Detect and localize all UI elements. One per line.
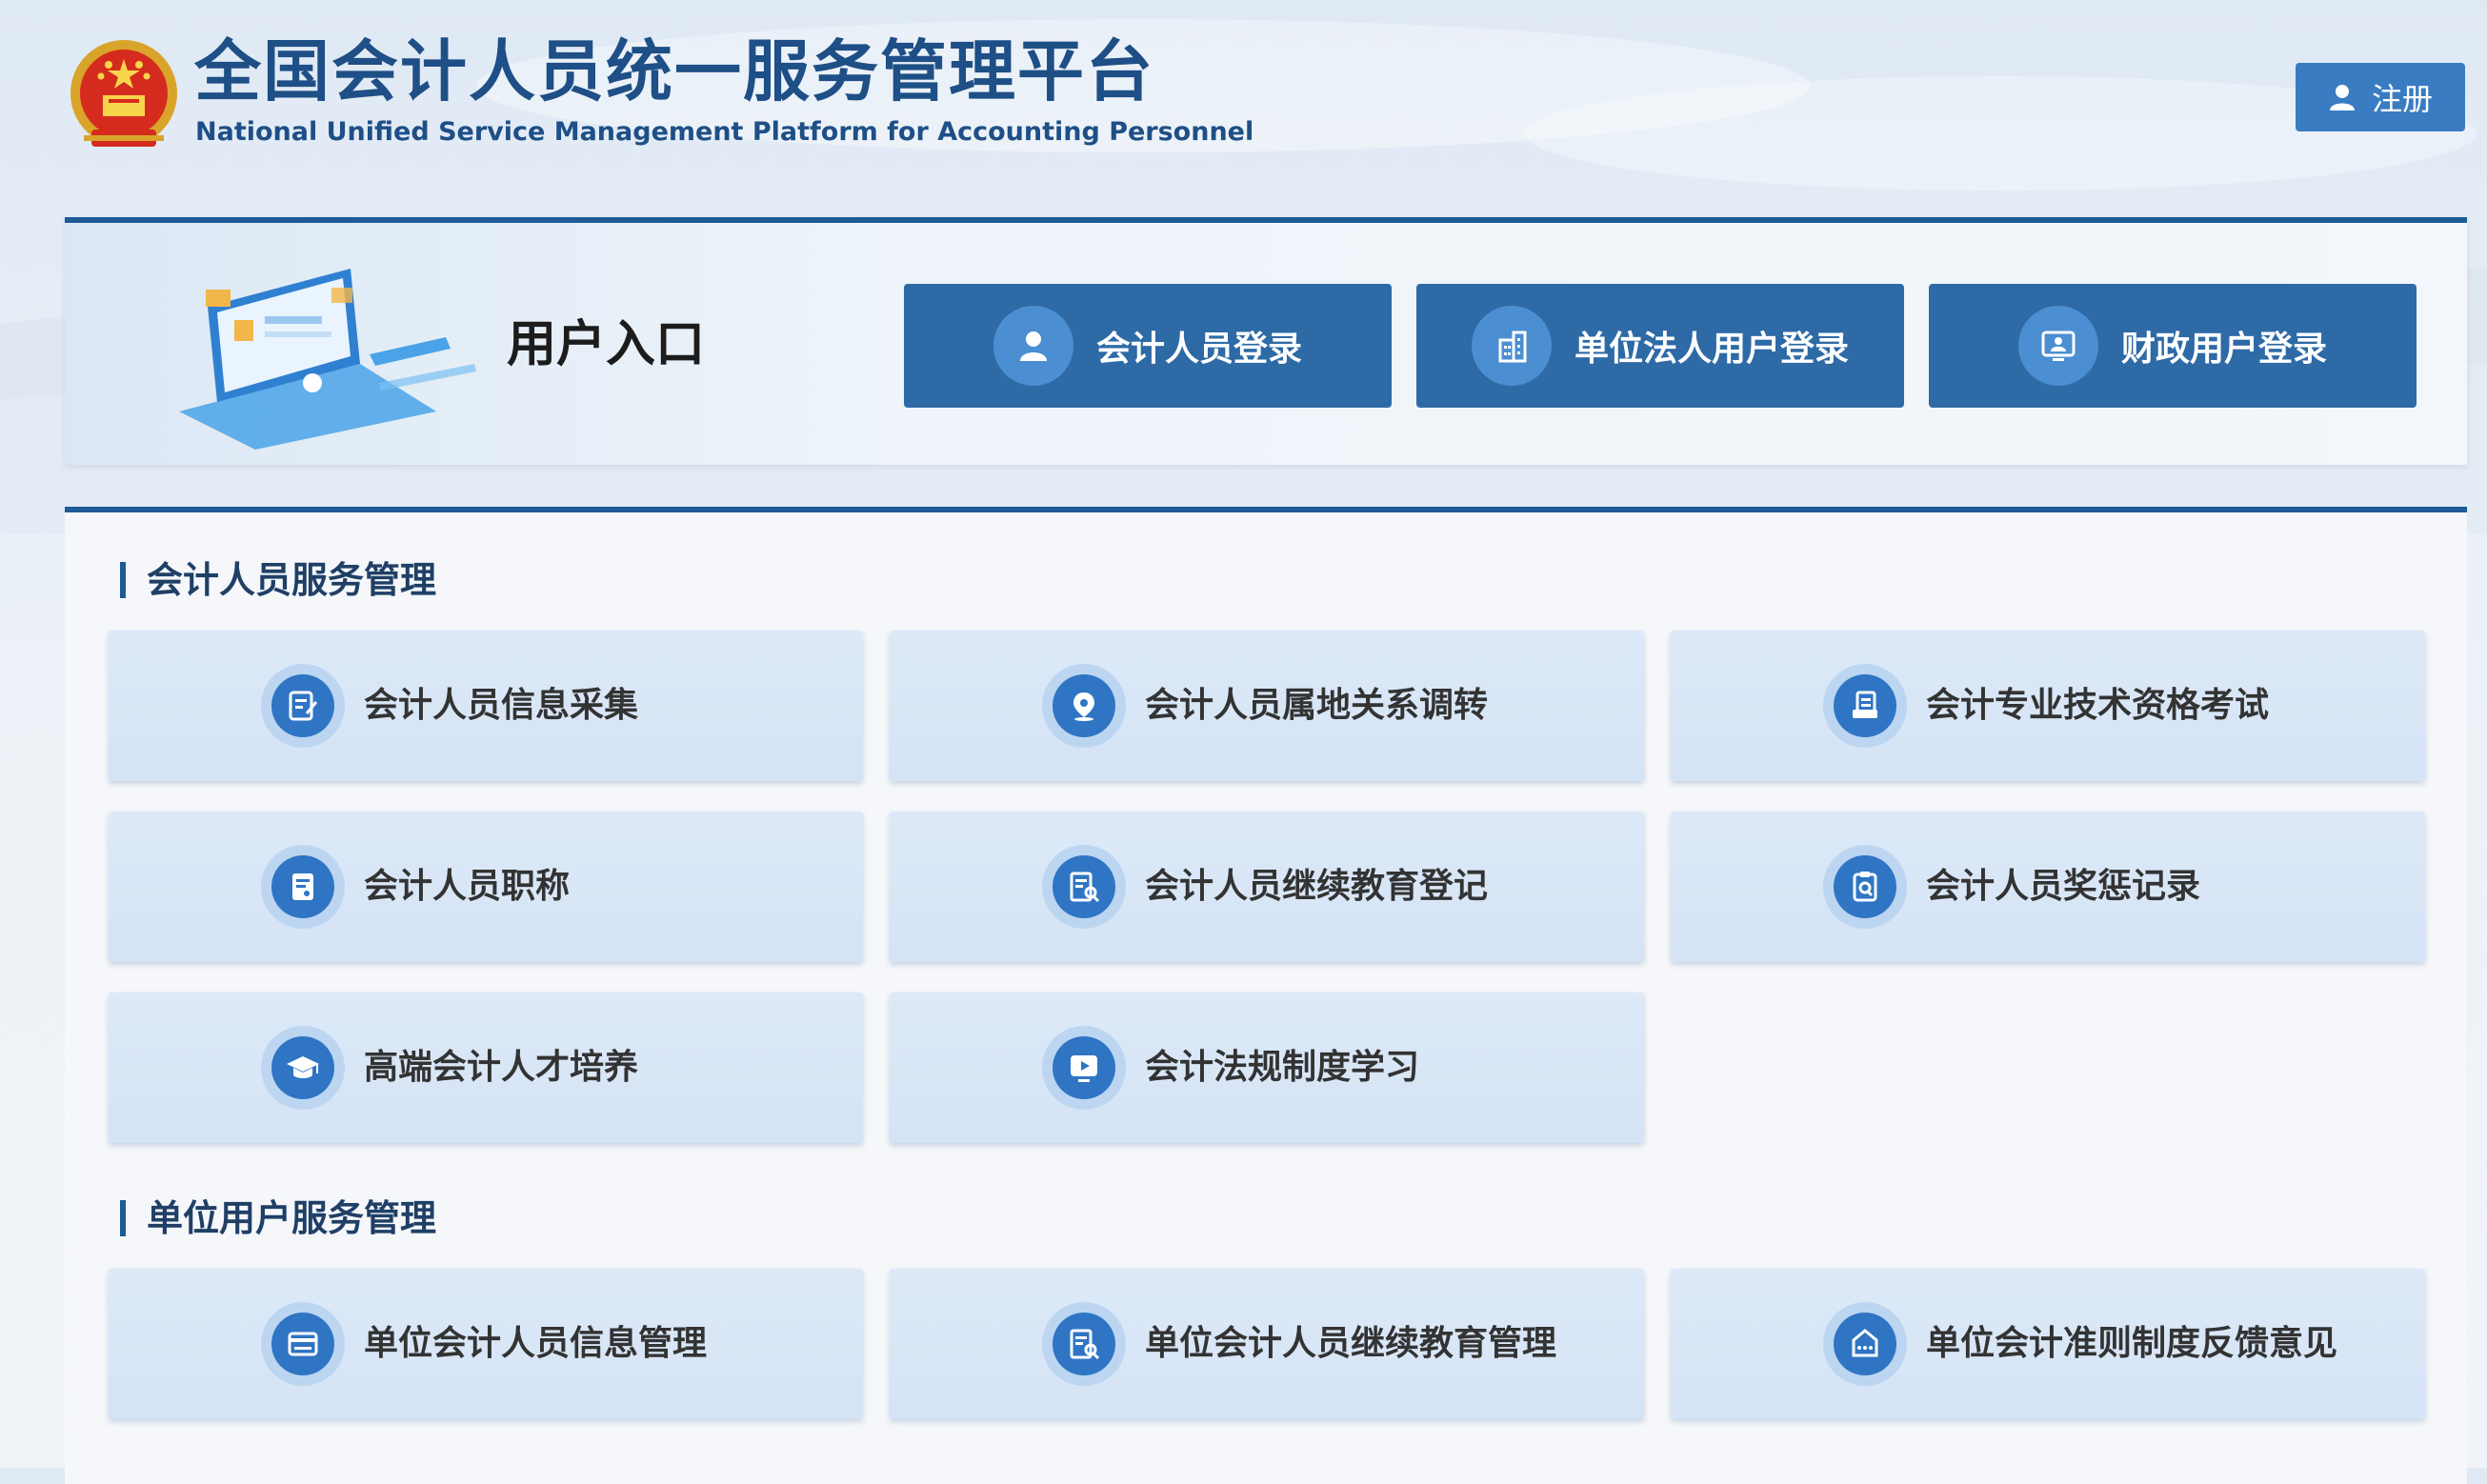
service-card[interactable]: 单位会计人员信息管理 bbox=[109, 1269, 863, 1419]
service-label: 会计人员继续教育登记 bbox=[1145, 867, 1489, 906]
icon-dot bbox=[1053, 855, 1115, 918]
icon-dot bbox=[1834, 855, 1896, 918]
person-icon bbox=[1019, 331, 1047, 361]
services-panel: 会计人员服务管理 会计人员信息采集 会计人员属地关系调转 会计专业技术资格考试 … bbox=[65, 507, 2467, 1484]
user-icon bbox=[2329, 85, 2355, 110]
login-icon-circle bbox=[2017, 306, 2098, 386]
login-button-label: 财政用户登录 bbox=[2120, 330, 2327, 369]
service-card[interactable]: 会计人员属地关系调转 bbox=[890, 631, 1644, 781]
icon-dot bbox=[1834, 1313, 1896, 1375]
register-label: 注册 bbox=[2371, 81, 2433, 117]
service-label: 会计法规制度学习 bbox=[1145, 1048, 1420, 1087]
icon-ring bbox=[261, 664, 345, 748]
monitor-user-icon bbox=[2041, 331, 2076, 361]
register-button[interactable]: 注册 bbox=[2296, 63, 2465, 131]
login-icon-circle bbox=[993, 306, 1073, 386]
user-entry-title: 用户入口 bbox=[507, 316, 706, 373]
icon-ring bbox=[261, 1026, 345, 1110]
graduation-cap-icon bbox=[287, 1056, 319, 1078]
icon-dot bbox=[1053, 1313, 1115, 1375]
user-entry-panel: 用户入口 会计人员登录 单位法人用户登录 财政用户登录 bbox=[65, 217, 2467, 465]
service-card[interactable]: 会计人员职称 bbox=[109, 812, 863, 962]
icon-dot bbox=[271, 855, 334, 918]
service-label: 会计人员信息采集 bbox=[364, 686, 639, 725]
service-card[interactable]: 高端会计人才培养 bbox=[109, 993, 863, 1143]
icon-dot bbox=[271, 1313, 334, 1375]
icon-ring bbox=[1042, 845, 1126, 929]
icon-dot bbox=[271, 674, 334, 737]
service-card[interactable]: 单位会计准则制度反馈意见 bbox=[1671, 1269, 2425, 1419]
icon-ring bbox=[1823, 845, 1907, 929]
login-illustration-icon bbox=[179, 269, 476, 450]
icon-ring bbox=[1042, 664, 1126, 748]
service-card[interactable]: 会计法规制度学习 bbox=[890, 993, 1644, 1143]
icon-ring bbox=[261, 845, 345, 929]
service-card[interactable]: 会计人员奖惩记录 bbox=[1671, 812, 2425, 962]
service-label: 会计人员属地关系调转 bbox=[1145, 686, 1489, 725]
feedback-icon bbox=[1852, 1329, 1878, 1357]
icon-dot bbox=[1834, 674, 1896, 737]
service-label: 高端会计人才培养 bbox=[364, 1048, 639, 1087]
service-card[interactable]: 会计专业技术资格考试 bbox=[1671, 631, 2425, 781]
icon-ring bbox=[1823, 664, 1907, 748]
service-card[interactable]: 单位会计人员继续教育管理 bbox=[890, 1269, 1644, 1419]
finance-user-login-button[interactable]: 财政用户登录 bbox=[1929, 284, 2417, 408]
service-label: 会计人员职称 bbox=[364, 867, 571, 906]
service-label: 单位会计人员信息管理 bbox=[364, 1324, 708, 1363]
video-play-icon bbox=[1071, 1055, 1097, 1082]
service-card[interactable]: 会计人员信息采集 bbox=[109, 631, 863, 781]
certificate-icon bbox=[292, 873, 313, 900]
document-search-icon bbox=[1070, 1329, 1100, 1360]
location-pin-icon bbox=[1073, 692, 1094, 721]
login-button-label: 会计人员登录 bbox=[1095, 330, 1302, 369]
site-title: 全国会计人员统一服务管理平台 bbox=[194, 32, 1154, 110]
building-icon bbox=[1498, 331, 1527, 363]
site-subtitle: National Unified Service Management Plat… bbox=[195, 117, 1254, 147]
icon-dot bbox=[1053, 1036, 1115, 1099]
service-label: 会计人员奖惩记录 bbox=[1926, 867, 2201, 906]
national-emblem-icon bbox=[70, 40, 177, 147]
document-search-icon bbox=[1070, 872, 1100, 903]
service-label: 会计专业技术资格考试 bbox=[1926, 686, 2270, 725]
service-label: 单位会计准则制度反馈意见 bbox=[1926, 1324, 2338, 1363]
icon-dot bbox=[271, 1036, 334, 1099]
icon-ring bbox=[1042, 1302, 1126, 1386]
unit-legal-person-login-button[interactable]: 单位法人用户登录 bbox=[1416, 284, 1904, 408]
accountant-services-heading: 会计人员服务管理 bbox=[120, 562, 436, 598]
login-button-label: 单位法人用户登录 bbox=[1574, 330, 1849, 369]
service-card[interactable]: 会计人员继续教育登记 bbox=[890, 812, 1644, 962]
id-card-icon bbox=[288, 1332, 318, 1356]
login-icon-circle bbox=[1471, 306, 1552, 386]
icon-ring bbox=[1823, 1302, 1907, 1386]
icon-ring bbox=[261, 1302, 345, 1386]
unit-services-heading: 单位用户服务管理 bbox=[120, 1200, 436, 1236]
icon-ring bbox=[1042, 1026, 1126, 1110]
accountant-login-button[interactable]: 会计人员登录 bbox=[904, 284, 1392, 408]
form-edit-icon bbox=[289, 691, 318, 721]
document-stack-icon bbox=[1853, 691, 1877, 718]
service-label: 单位会计人员继续教育管理 bbox=[1145, 1324, 1557, 1363]
icon-dot bbox=[1053, 674, 1115, 737]
clipboard-search-icon bbox=[1853, 872, 1877, 902]
